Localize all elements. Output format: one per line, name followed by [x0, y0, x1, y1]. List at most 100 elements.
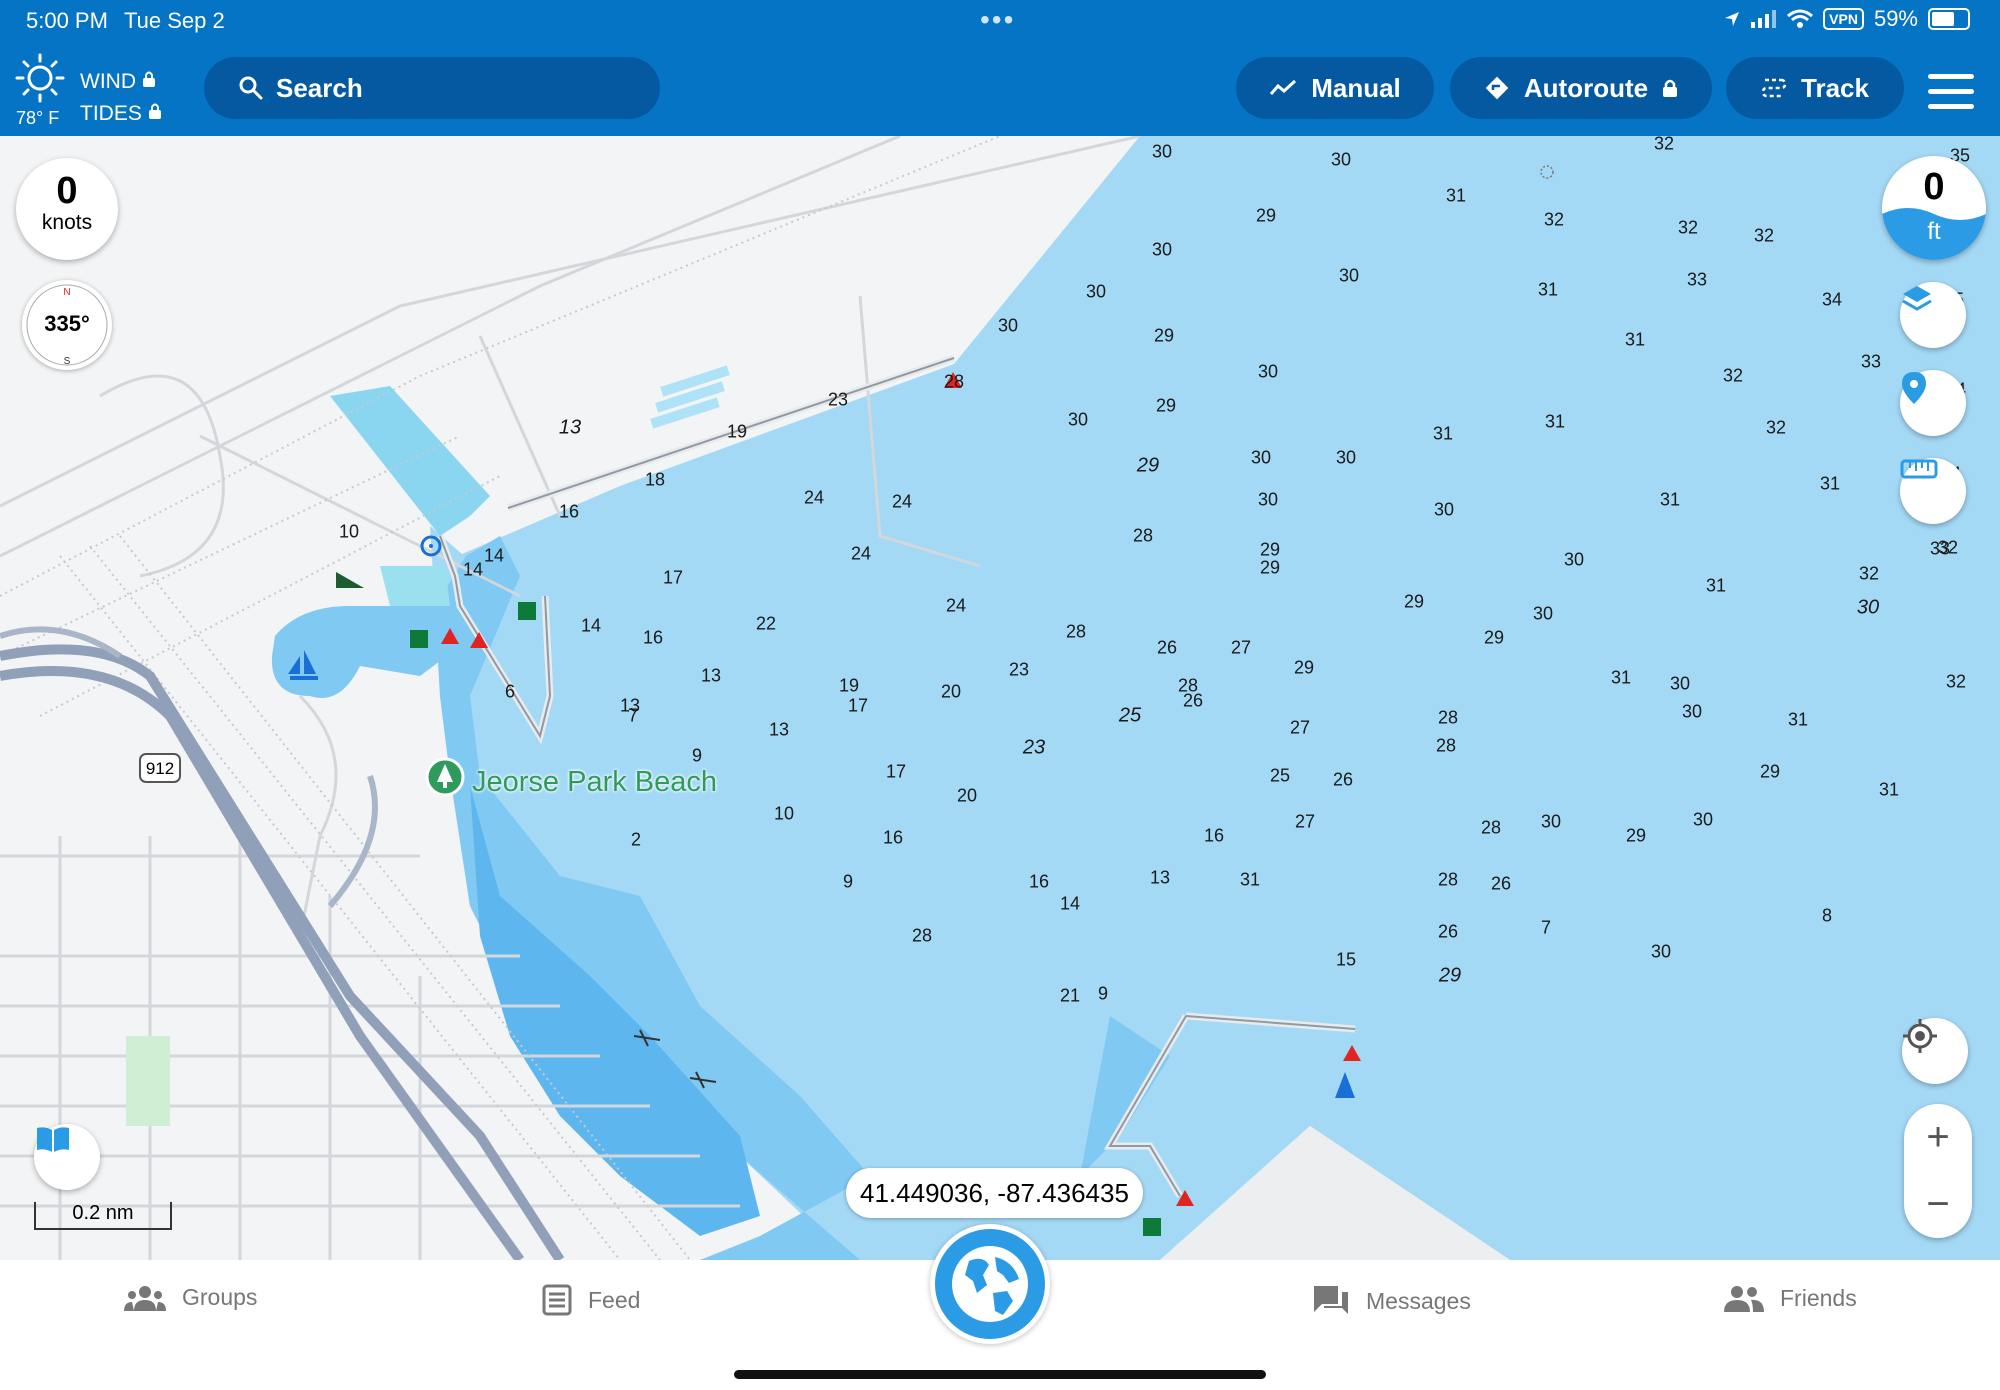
status-icons: VPN 59%	[1723, 6, 1970, 32]
layers-icon	[1902, 286, 1932, 311]
place-pin-button[interactable]	[1900, 370, 1966, 436]
autoroute-label: Autoroute	[1523, 72, 1649, 103]
depth-sounding: 16	[882, 827, 904, 848]
measure-button[interactable]	[1900, 458, 1966, 524]
manual-route-button[interactable]: Manual	[1236, 57, 1434, 119]
depth-sounding: 29	[1759, 761, 1781, 782]
depth-sounding: 32	[1753, 225, 1775, 246]
open-book-icon	[37, 1127, 69, 1152]
tab-friends[interactable]: Friends	[1724, 1284, 1857, 1312]
depth-sounding: 26	[1437, 921, 1459, 942]
depth-sounding: 28	[1480, 817, 1502, 838]
depth-sounding: 31	[1819, 473, 1841, 494]
depth-gauge[interactable]: 0 ft	[1882, 156, 1986, 260]
depth-sounding: 29	[1438, 964, 1462, 987]
multitask-dots-icon[interactable]: •••	[980, 4, 1015, 36]
depth-sounding: 28	[1132, 525, 1154, 546]
zoom-control[interactable]: + −	[1904, 1104, 1972, 1238]
depth-sounding: 34	[1821, 289, 1843, 310]
depth-sounding: 32	[1543, 209, 1565, 230]
depth-sounding: 31	[1659, 489, 1681, 510]
scale-label: 0.2 nm	[72, 1202, 134, 1224]
depth-sounding: 23	[1008, 659, 1030, 680]
zoom-out-button[interactable]: −	[1904, 1171, 1972, 1238]
depth-sounding: 31	[1432, 423, 1454, 444]
depth-sounding: 24	[850, 543, 872, 564]
green-can-buoy-icon[interactable]	[518, 602, 536, 620]
map-pin-icon	[1902, 372, 1926, 404]
depth-sounding: 16	[642, 627, 664, 648]
directions-diamond-icon	[1485, 76, 1509, 100]
depth-sounding: 26	[1182, 690, 1204, 711]
track-label: Track	[1801, 72, 1869, 103]
depth-sounding: 13	[700, 665, 722, 686]
place-label-jeorse-park-beach[interactable]: Jeorse Park Beach	[472, 766, 717, 799]
recenter-button[interactable]	[1902, 1018, 1968, 1084]
depth-sounding: 31	[1624, 329, 1646, 350]
tab-messages[interactable]: Messages	[1312, 1284, 1471, 1318]
groups-icon	[124, 1285, 166, 1311]
weather-widget[interactable]: 78° F WIND TIDES	[14, 50, 184, 130]
depth-sounding: 9	[842, 871, 854, 892]
depth-sounding: 9	[691, 745, 703, 766]
chart-canvas[interactable]: 912	[0, 136, 2000, 1260]
park-icon[interactable]	[425, 757, 465, 797]
depth-sounding: 19	[726, 421, 748, 442]
depth-sounding: 30	[1151, 141, 1173, 162]
speed-unit: knots	[41, 211, 93, 234]
depth-sounding: 33	[1860, 351, 1882, 372]
depth-sounding: 10	[773, 803, 795, 824]
depth-sounding: 16	[558, 501, 580, 522]
compass-heading: 335°	[44, 311, 90, 336]
tab-feed[interactable]: Feed	[542, 1284, 640, 1316]
depth-sounding: 25	[1118, 704, 1142, 727]
depth-sounding: 19	[838, 675, 860, 696]
depth-sounding: 32	[1765, 417, 1787, 438]
depth-sounding: 28	[943, 371, 965, 392]
coordinates-readout[interactable]: 41.449036, -87.436435	[846, 1168, 1143, 1218]
speed-gauge[interactable]: 0 knots	[16, 158, 118, 260]
depth-sounding: 28	[1065, 621, 1087, 642]
feed-icon	[542, 1284, 572, 1316]
depth-sounding: 6	[504, 681, 516, 702]
depth-sounding: 30	[1085, 281, 1107, 302]
tab-messages-label: Messages	[1366, 1287, 1471, 1314]
depth-sounding: 28	[1435, 735, 1457, 756]
lock-icon	[142, 71, 155, 87]
explore-globe-button[interactable]	[930, 1224, 1050, 1344]
search-bar[interactable]: Search	[204, 57, 660, 119]
svg-text:S: S	[64, 356, 71, 367]
depth-sounding: 27	[1289, 717, 1311, 738]
depth-sounding: 33	[1686, 269, 1708, 290]
layers-button[interactable]	[1900, 282, 1966, 348]
depth-sounding: 17	[662, 567, 684, 588]
menu-icon[interactable]	[1928, 74, 1974, 119]
autoroute-button[interactable]: Autoroute	[1450, 57, 1712, 119]
depth-sounding: 22	[755, 613, 777, 634]
depth-sounding: 23	[1022, 736, 1046, 759]
depth-value: 0	[1923, 166, 1945, 208]
home-indicator[interactable]	[734, 1370, 1266, 1379]
depth-sounding: 20	[956, 785, 978, 806]
depth-sounding: 29	[1483, 627, 1505, 648]
zoom-in-button[interactable]: +	[1904, 1104, 1972, 1171]
nautical-chart-map[interactable]: 912 303032353129323232303030313334353029…	[0, 136, 2000, 1260]
depth-sounding: 31	[1610, 667, 1632, 688]
green-can-buoy-icon[interactable]	[410, 630, 428, 648]
wind-label: WIND	[80, 70, 156, 94]
lock-icon	[148, 103, 161, 119]
green-can-buoy-icon[interactable]	[1143, 1218, 1161, 1236]
depth-sounding: 26	[1332, 769, 1354, 790]
tab-groups[interactable]: Groups	[124, 1284, 257, 1311]
boat-ramp-icon[interactable]	[336, 572, 364, 588]
track-button[interactable]: Track	[1726, 57, 1904, 119]
tab-groups-label: Groups	[182, 1284, 258, 1310]
depth-sounding: 30	[1692, 809, 1714, 830]
svg-text:912: 912	[146, 759, 174, 778]
depth-sounding: 32	[1722, 365, 1744, 386]
battery-icon	[1928, 8, 1970, 30]
logbook-button[interactable]	[34, 1124, 100, 1190]
cellular-signal-icon	[1751, 10, 1777, 28]
compass-dial[interactable]: N S 335°	[22, 280, 112, 370]
depth-sounding: 21	[1059, 985, 1081, 1006]
